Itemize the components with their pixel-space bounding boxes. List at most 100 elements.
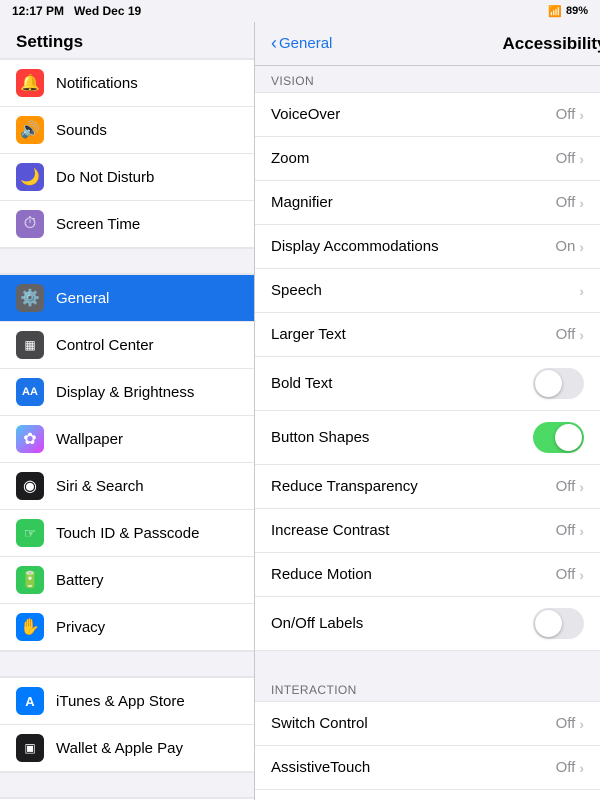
- sidebar-item-general[interactable]: ⚙️ General: [0, 274, 254, 322]
- display-acc-label: Display Accommodations: [271, 238, 439, 255]
- battery-label: Battery: [56, 572, 104, 589]
- privacy-icon: ✋: [16, 613, 44, 641]
- row-button-shapes[interactable]: Button Shapes: [255, 411, 600, 465]
- row-display-accommodations[interactable]: Display Accommodations On ›: [255, 225, 600, 269]
- interaction-section-header: INTERACTION: [255, 675, 600, 701]
- reduce-transparency-label: Reduce Transparency: [271, 478, 418, 495]
- bold-text-right: [533, 368, 584, 399]
- sidebar-item-touch-id[interactable]: ☞ Touch ID & Passcode: [0, 510, 254, 557]
- control-center-icon: ▦: [16, 331, 44, 359]
- magnifier-value: Off: [556, 194, 576, 211]
- sidebar-item-siri[interactable]: ◉ Siri & Search: [0, 463, 254, 510]
- sidebar-gap-2: [0, 652, 254, 676]
- increase-contrast-right: Off ›: [556, 522, 584, 539]
- interaction-group: Switch Control Off › AssistiveTouch Off …: [255, 701, 600, 800]
- sidebar-item-privacy[interactable]: ✋ Privacy: [0, 604, 254, 651]
- onoff-labels-toggle[interactable]: [533, 608, 584, 639]
- sounds-icon: 🔊: [16, 116, 44, 144]
- sidebar: Settings 🔔 Notifications 🔊 Sounds 🌙 Do N…: [0, 22, 255, 800]
- button-shapes-knob: [555, 424, 582, 451]
- row-onoff-labels[interactable]: On/Off Labels: [255, 597, 600, 650]
- larger-text-chevron: ›: [579, 327, 584, 343]
- row-zoom[interactable]: Zoom Off ›: [255, 137, 600, 181]
- itunes-label: iTunes & App Store: [56, 693, 185, 710]
- row-assistive-touch[interactable]: AssistiveTouch Off ›: [255, 746, 600, 790]
- larger-text-label: Larger Text: [271, 326, 346, 343]
- speech-label: Speech: [271, 282, 322, 299]
- magnifier-label: Magnifier: [271, 194, 333, 211]
- status-indicators: 📶 89%: [548, 5, 588, 18]
- do-not-disturb-label: Do Not Disturb: [56, 169, 154, 186]
- onoff-labels-knob: [535, 610, 562, 637]
- row-speech[interactable]: Speech ›: [255, 269, 600, 313]
- sidebar-item-wallet[interactable]: ▣ Wallet & Apple Pay: [0, 725, 254, 772]
- back-label: General: [279, 35, 332, 52]
- voiceover-chevron: ›: [579, 107, 584, 123]
- panel-title: Accessibility: [503, 34, 600, 54]
- row-reduce-transparency[interactable]: Reduce Transparency Off ›: [255, 465, 600, 509]
- increase-contrast-value: Off: [556, 522, 576, 539]
- battery-indicator: 89%: [566, 5, 588, 17]
- panel-header-wrapper: ‹ General Accessibility: [271, 33, 584, 54]
- row-increase-contrast[interactable]: Increase Contrast Off ›: [255, 509, 600, 553]
- display-acc-chevron: ›: [579, 239, 584, 255]
- zoom-label: Zoom: [271, 150, 309, 167]
- row-magnifier[interactable]: Magnifier Off ›: [255, 181, 600, 225]
- row-touch-accommodations[interactable]: Touch Accommodations Off ›: [255, 790, 600, 800]
- assistive-touch-label: AssistiveTouch: [271, 759, 370, 776]
- siri-icon: ◉: [16, 472, 44, 500]
- privacy-label: Privacy: [56, 619, 105, 636]
- display-brightness-icon: AA: [16, 378, 44, 406]
- panel-header: ‹ General Accessibility: [255, 22, 600, 66]
- siri-label: Siri & Search: [56, 478, 144, 495]
- sidebar-item-notifications[interactable]: 🔔 Notifications: [0, 59, 254, 107]
- right-panel: ‹ General Accessibility VISION VoiceOver…: [255, 22, 600, 800]
- wallet-icon: ▣: [16, 734, 44, 762]
- zoom-value: Off: [556, 150, 576, 167]
- general-icon: ⚙️: [16, 284, 44, 312]
- increase-contrast-chevron: ›: [579, 523, 584, 539]
- do-not-disturb-icon: 🌙: [16, 163, 44, 191]
- reduce-transparency-right: Off ›: [556, 478, 584, 495]
- reduce-transparency-chevron: ›: [579, 479, 584, 495]
- assistive-touch-chevron: ›: [579, 760, 584, 776]
- row-switch-control[interactable]: Switch Control Off ›: [255, 702, 600, 746]
- notifications-label: Notifications: [56, 75, 138, 92]
- sidebar-item-sounds[interactable]: 🔊 Sounds: [0, 107, 254, 154]
- switch-control-value: Off: [556, 715, 576, 732]
- row-voiceover[interactable]: VoiceOver Off ›: [255, 93, 600, 137]
- sidebar-gap-1: [0, 249, 254, 273]
- itunes-icon: A: [16, 687, 44, 715]
- sidebar-item-display-brightness[interactable]: AA Display & Brightness: [0, 369, 254, 416]
- row-larger-text[interactable]: Larger Text Off ›: [255, 313, 600, 357]
- sidebar-item-do-not-disturb[interactable]: 🌙 Do Not Disturb: [0, 154, 254, 201]
- reduce-motion-chevron: ›: [579, 567, 584, 583]
- display-acc-value: On: [555, 238, 575, 255]
- panel-section-gap: [255, 651, 600, 675]
- sidebar-item-battery[interactable]: 🔋 Battery: [0, 557, 254, 604]
- button-shapes-right: [533, 422, 584, 453]
- voiceover-right: Off ›: [556, 106, 584, 123]
- sidebar-title: Settings: [0, 22, 254, 58]
- sidebar-item-wallpaper[interactable]: ✿ Wallpaper: [0, 416, 254, 463]
- main-container: Settings 🔔 Notifications 🔊 Sounds 🌙 Do N…: [0, 22, 600, 800]
- touch-id-icon: ☞: [16, 519, 44, 547]
- touch-id-label: Touch ID & Passcode: [56, 525, 199, 542]
- magnifier-chevron: ›: [579, 195, 584, 211]
- back-button[interactable]: ‹ General: [271, 33, 332, 54]
- switch-control-right: Off ›: [556, 715, 584, 732]
- button-shapes-toggle[interactable]: [533, 422, 584, 453]
- screen-time-label: Screen Time: [56, 216, 140, 233]
- sidebar-item-control-center[interactable]: ▦ Control Center: [0, 322, 254, 369]
- vision-group: VoiceOver Off › Zoom Off › Magnifier Off…: [255, 92, 600, 651]
- voiceover-label: VoiceOver: [271, 106, 340, 123]
- speech-chevron: ›: [579, 283, 584, 299]
- wifi-icon: 📶: [548, 5, 562, 18]
- sidebar-item-screen-time[interactable]: ⏱ Screen Time: [0, 201, 254, 248]
- bold-text-knob: [535, 370, 562, 397]
- sidebar-item-itunes[interactable]: A iTunes & App Store: [0, 677, 254, 725]
- bold-text-toggle[interactable]: [533, 368, 584, 399]
- row-bold-text[interactable]: Bold Text: [255, 357, 600, 411]
- reduce-motion-label: Reduce Motion: [271, 566, 372, 583]
- row-reduce-motion[interactable]: Reduce Motion Off ›: [255, 553, 600, 597]
